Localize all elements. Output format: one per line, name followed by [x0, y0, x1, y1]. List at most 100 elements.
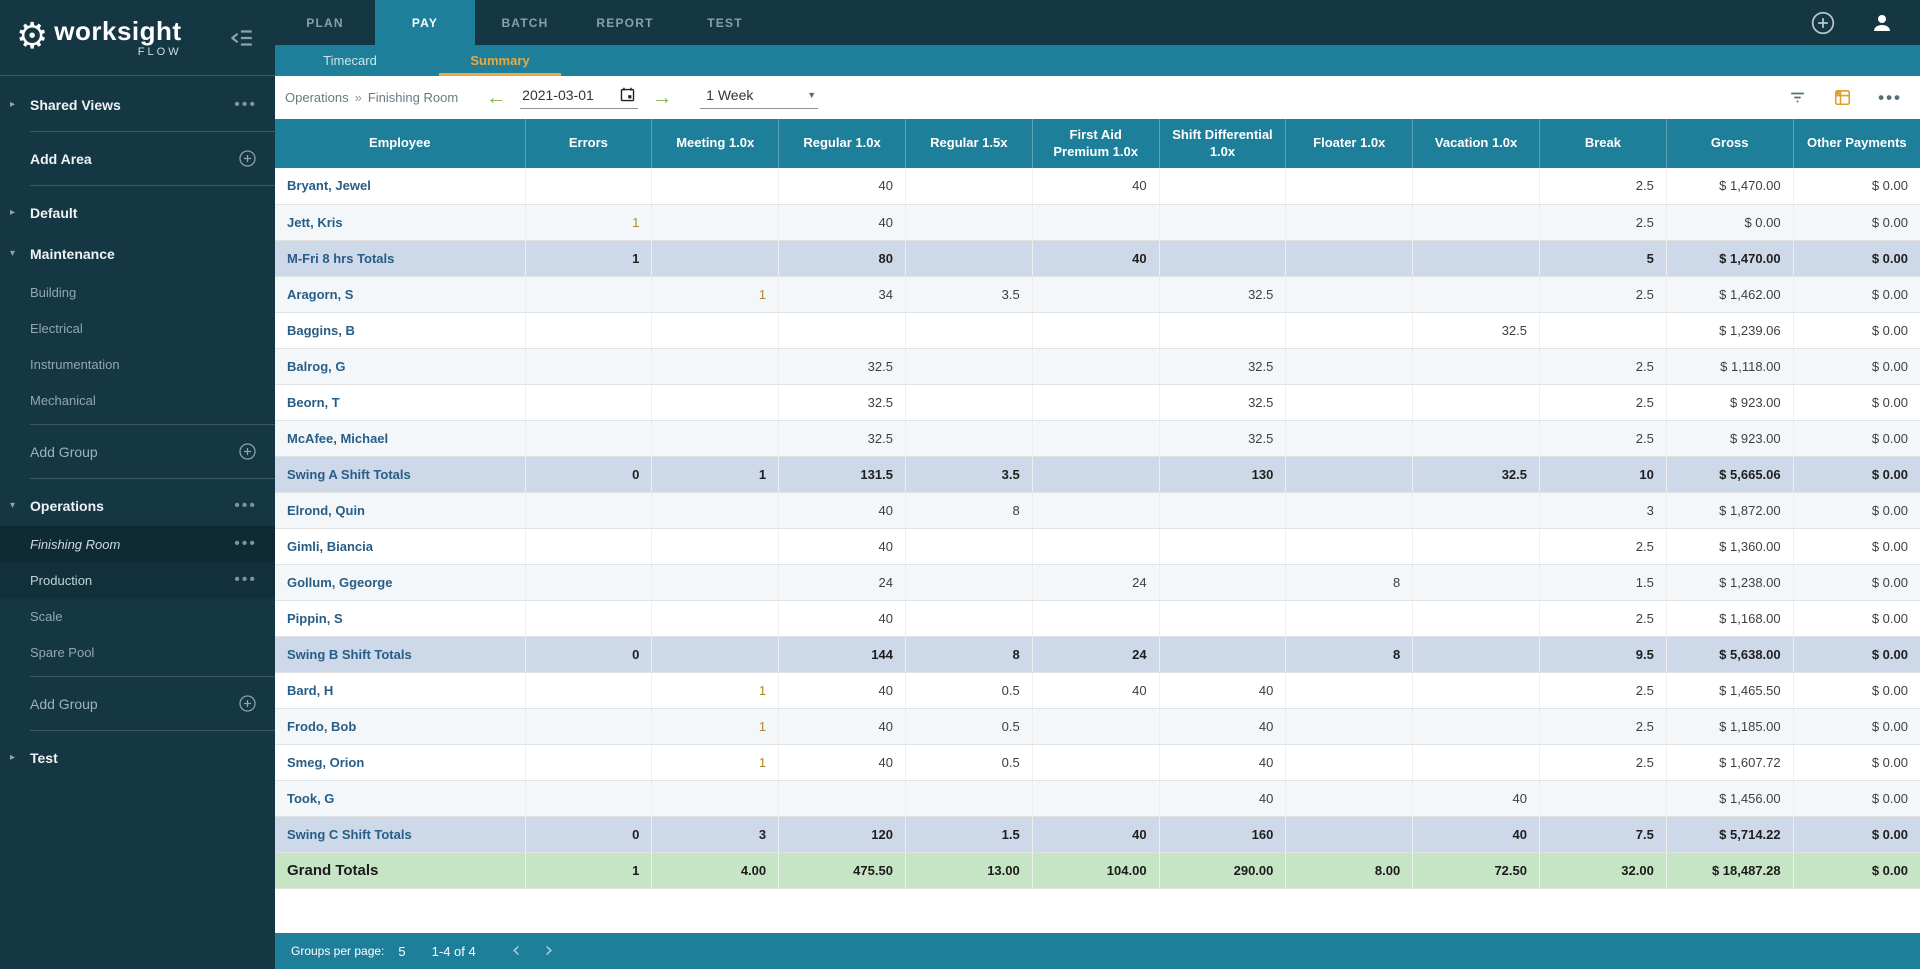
column-header-regular-1-0x[interactable]: Regular 1.0x [778, 119, 906, 168]
calendar-icon[interactable] [619, 86, 636, 103]
add-circle-icon[interactable] [238, 694, 257, 713]
cell-shift-differential-1-0x [1159, 312, 1287, 349]
employee-name[interactable]: McAfee, Michael [275, 420, 526, 457]
cell-break [1539, 780, 1667, 817]
tab-batch[interactable]: BATCH [475, 0, 575, 45]
chevron-down-icon: ▼ [807, 89, 817, 100]
cell-regular-1-0x: 120 [778, 816, 906, 853]
employee-name[interactable]: Frodo, Bob [275, 708, 526, 745]
sidebar-item-production[interactable]: Production ••• [0, 562, 275, 598]
user-account-icon[interactable] [1870, 11, 1894, 35]
filter-icon[interactable] [1788, 88, 1807, 107]
sidebar-item-test[interactable]: ▸ Test [0, 737, 275, 778]
cell-regular-1-0x: 40 [778, 744, 906, 781]
more-options-icon[interactable]: ••• [234, 572, 257, 588]
employee-name[interactable]: Bard, H [275, 672, 526, 709]
sidebar-item-mechanical[interactable]: Mechanical [0, 382, 275, 418]
employee-name[interactable]: Took, G [275, 780, 526, 817]
column-header-shift-differential-1-0x[interactable]: Shift Differential 1.0x [1159, 119, 1287, 168]
employee-name[interactable]: Jett, Kris [275, 204, 526, 241]
next-page-chevron-icon[interactable]: › [545, 940, 554, 962]
sidebar-item-scale[interactable]: Scale [0, 598, 275, 634]
sidebar-item-add-group[interactable]: Add Group [0, 431, 275, 472]
cell-vacation-1-0x: 32.5 [1412, 312, 1540, 349]
column-header-employee[interactable]: Employee [275, 119, 526, 168]
cell-gross: $ 1,360.00 [1666, 528, 1794, 565]
cell-gross: $ 1,470.00 [1666, 168, 1794, 205]
employee-name[interactable]: Smeg, Orion [275, 744, 526, 781]
cell-vacation-1-0x [1412, 240, 1540, 277]
collapse-sidebar-icon[interactable] [229, 25, 255, 51]
cell-gross: $ 1,872.00 [1666, 492, 1794, 529]
sidebar-item-spare-pool[interactable]: Spare Pool [0, 634, 275, 670]
column-header-other-payments[interactable]: Other Payments [1793, 119, 1920, 168]
column-header-floater-1-0x[interactable]: Floater 1.0x [1285, 119, 1414, 168]
employee-name[interactable]: Beorn, T [275, 384, 526, 421]
employee-name[interactable]: Elrond, Quin [275, 492, 526, 529]
column-header-regular-1-5x[interactable]: Regular 1.5x [905, 119, 1033, 168]
cell-break: 2.5 [1539, 420, 1667, 457]
add-circle-icon[interactable] [1810, 10, 1836, 36]
table-row-subtotal: Swing C Shift Totals 0 3 120 1.5 40 160 40 7.5 $ … [275, 816, 1920, 853]
cell-first-aid-premium-1-0x: 40 [1032, 816, 1160, 853]
sidebar-item-default[interactable]: ▸ Default [0, 192, 275, 233]
cell-vacation-1-0x [1412, 276, 1540, 313]
employee-name[interactable]: Gollum, Ggeorge [275, 564, 526, 601]
subtab-summary[interactable]: Summary [425, 45, 575, 76]
cell-vacation-1-0x [1412, 492, 1540, 529]
tab-test[interactable]: TEST [675, 0, 775, 45]
sidebar-item-add-area[interactable]: Add Area [0, 138, 275, 179]
tab-plan[interactable]: PLAN [275, 0, 375, 45]
employee-name[interactable]: Pippin, S [275, 600, 526, 637]
column-header-first-aid-premium-1-0x[interactable]: First Aid Premium 1.0x [1032, 119, 1160, 168]
cell-floater-1-0x [1285, 276, 1414, 313]
previous-page-chevron-icon[interactable]: ‹ [512, 940, 521, 962]
sidebar-item-finishing-room[interactable]: Finishing Room ••• [0, 526, 275, 562]
table-row-employee: Elrond, Quin 40 8 3 $ 1,872.00 $ 0.00 [275, 492, 1920, 529]
column-header-errors[interactable]: Errors [525, 119, 653, 168]
sidebar-item-operations[interactable]: ▾ Operations ••• [0, 485, 275, 526]
sidebar-item-electrical[interactable]: Electrical [0, 310, 275, 346]
column-header-gross[interactable]: Gross [1666, 119, 1794, 168]
employee-name[interactable]: Baggins, B [275, 312, 526, 349]
pagination-footer: Groups per page: 5 1-4 of 4 ‹ › [275, 933, 1920, 969]
sidebar-item-shared-views[interactable]: ▸ Shared Views ••• [0, 84, 275, 125]
cell-meeting-1-0x [651, 168, 780, 205]
tab-pay[interactable]: PAY [375, 0, 475, 45]
add-circle-icon[interactable] [238, 149, 257, 168]
range-select[interactable]: 1 Week ▼ [700, 87, 819, 109]
sidebar-item-instrumentation[interactable]: Instrumentation [0, 346, 275, 382]
cell-floater-1-0x: 8 [1285, 564, 1414, 601]
sidebar-item-maintenance[interactable]: ▾ Maintenance [0, 233, 275, 274]
column-header-meeting-1-0x[interactable]: Meeting 1.0x [651, 119, 780, 168]
tab-report[interactable]: REPORT [575, 0, 675, 45]
date-input[interactable]: 2021-03-01 [520, 86, 639, 109]
subtab-timecard[interactable]: Timecard [275, 45, 425, 76]
more-options-icon[interactable]: ••• [234, 497, 257, 513]
previous-period-arrow-icon[interactable]: ← [486, 88, 506, 108]
more-options-icon[interactable]: ••• [234, 536, 257, 552]
totals-label: Swing B Shift Totals [275, 636, 526, 673]
cell-regular-1-0x: 34 [778, 276, 906, 313]
cell-shift-differential-1-0x [1159, 564, 1287, 601]
next-period-arrow-icon[interactable]: → [652, 88, 672, 108]
sidebar-item-label: Add Group [30, 695, 98, 712]
column-header-break[interactable]: Break [1539, 119, 1667, 168]
cell-regular-1-5x [905, 168, 1033, 205]
cell-regular-1-0x [778, 312, 906, 349]
employee-name[interactable]: Aragorn, S [275, 276, 526, 313]
more-options-icon[interactable]: ••• [234, 96, 257, 112]
employee-name[interactable]: Balrog, G [275, 348, 526, 385]
employee-name[interactable]: Bryant, Jewel [275, 168, 526, 205]
sidebar-item-label: Building [30, 284, 77, 300]
add-circle-icon[interactable] [238, 442, 257, 461]
breadcrumb-parent[interactable]: Operations [285, 90, 349, 105]
column-header-vacation-1-0x[interactable]: Vacation 1.0x [1412, 119, 1540, 168]
sidebar-item-add-group[interactable]: Add Group [0, 683, 275, 724]
more-options-icon[interactable]: ••• [1878, 88, 1902, 108]
page-size-value[interactable]: 5 [398, 944, 405, 959]
sidebar-item-building[interactable]: Building [0, 274, 275, 310]
pivot-table-icon[interactable] [1833, 88, 1852, 107]
cell-regular-1-0x: 32.5 [778, 420, 906, 457]
employee-name[interactable]: Gimli, Biancia [275, 528, 526, 565]
